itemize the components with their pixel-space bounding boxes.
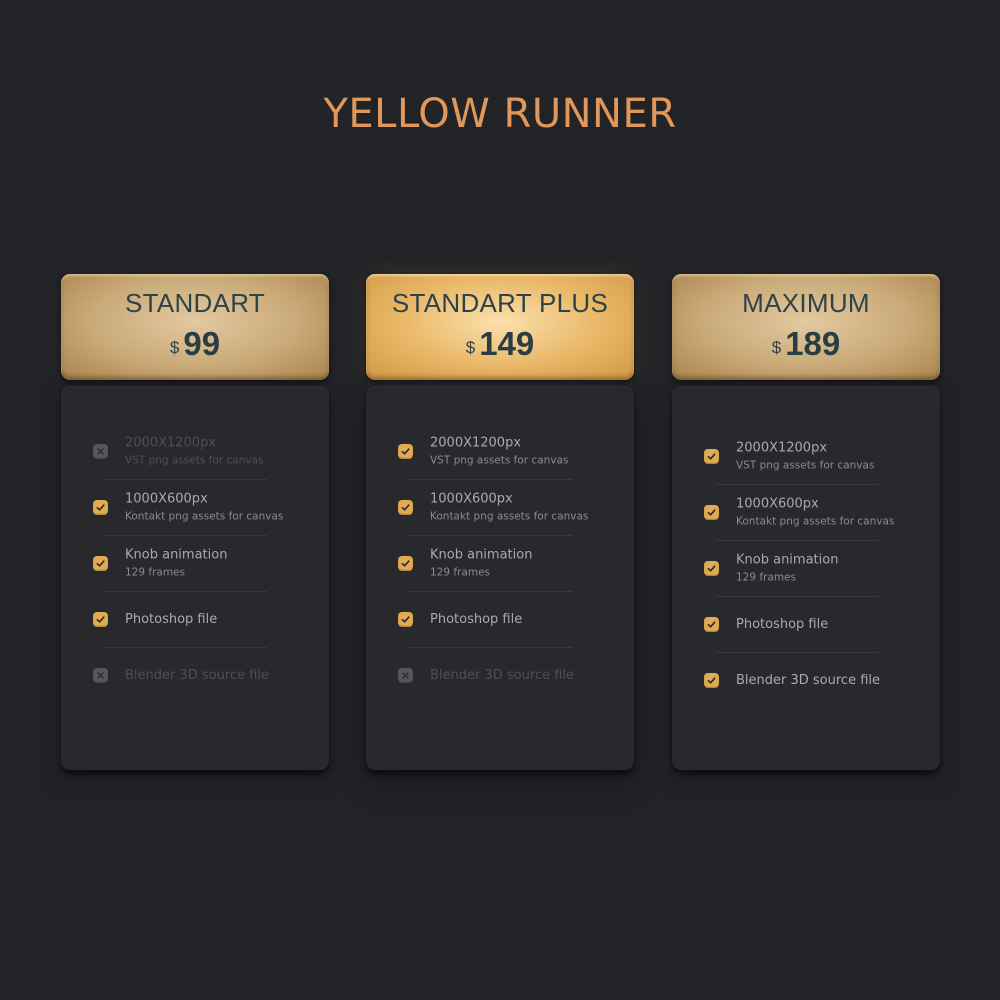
feature-subtitle: Kontakt png assets for canvas [125, 510, 284, 523]
plan-card-standart: STANDART $99 2000X1200px VST png assets f… [61, 274, 329, 770]
feature-subtitle: Kontakt png assets for canvas [430, 510, 589, 523]
feature-title: Knob animation [736, 552, 839, 568]
feature-item: Blender 3D source file [672, 653, 940, 709]
checkbox-checked-icon [93, 500, 108, 515]
plan-card-standart-plus: STANDART PLUS $149 2000X1200px VST png as… [366, 274, 634, 770]
feature-list: 2000X1200px VST png assets for canvas 1000… [61, 424, 329, 704]
price-amount: 99 [183, 325, 221, 362]
checkbox-checked-icon [398, 556, 413, 571]
plan-features-panel: 2000X1200px VST png assets for canvas 1000… [366, 386, 634, 770]
feature-text: Blender 3D source file [125, 668, 319, 684]
price-amount: 149 [479, 325, 535, 362]
feature-title: Photoshop file [736, 617, 829, 632]
feature-title: 1000X600px [125, 491, 208, 507]
plan-name: STANDART [124, 288, 266, 318]
checkbox-checked-icon [704, 617, 719, 632]
feature-text: 2000X1200px VST png assets for canvas [430, 436, 624, 469]
feature-item: 1000X600px Kontakt png assets for canvas [61, 480, 329, 536]
feature-subtitle: 129 frames [736, 571, 796, 584]
feature-text: 1000X600px Kontakt png assets for canvas [736, 497, 930, 530]
feature-item: Photoshop file [672, 597, 940, 653]
plan-header[interactable]: MAXIMUM $189 [672, 274, 940, 380]
feature-subtitle: 129 frames [125, 566, 185, 579]
checkbox-excluded-icon [93, 668, 108, 683]
plan-features-panel: 2000X1200px VST png assets for canvas 1000… [61, 386, 329, 770]
plan-price: $189 [672, 324, 940, 370]
feature-subtitle: VST png assets for canvas [736, 459, 875, 472]
plan-price: $149 [366, 324, 634, 370]
feature-list: 2000X1200px VST png assets for canvas 1000… [366, 424, 634, 704]
feature-text: Knob animation 129 frames [430, 548, 624, 581]
currency-symbol: $ [169, 338, 180, 357]
currency-symbol: $ [771, 338, 782, 357]
currency-symbol: $ [465, 338, 476, 357]
feature-item: 2000X1200px VST png assets for canvas [672, 429, 940, 485]
plan-price: $99 [61, 324, 329, 370]
checkbox-checked-icon [704, 561, 719, 576]
feature-title: Blender 3D source file [430, 668, 575, 683]
checkbox-checked-icon [398, 444, 413, 459]
checkbox-checked-icon [704, 673, 719, 688]
feature-title: 2000X1200px [125, 435, 217, 451]
feature-title: 2000X1200px [736, 440, 828, 456]
checkbox-checked-icon [398, 612, 413, 627]
checkbox-checked-icon [398, 500, 413, 515]
feature-item: 1000X600px Kontakt png assets for canvas [366, 480, 634, 536]
feature-text: 2000X1200px VST png assets for canvas [125, 436, 319, 469]
feature-item: 2000X1200px VST png assets for canvas [366, 424, 634, 480]
feature-text: Blender 3D source file [430, 668, 624, 684]
feature-title: 1000X600px [736, 496, 819, 512]
feature-text: Photoshop file [125, 612, 319, 628]
page-title: YELLOW RUNNER [323, 91, 677, 137]
feature-title: 2000X1200px [430, 435, 522, 451]
feature-item: Blender 3D source file [61, 648, 329, 704]
feature-item: Blender 3D source file [366, 648, 634, 704]
plan-features-panel: 2000X1200px VST png assets for canvas 1000… [672, 386, 940, 770]
feature-title: Photoshop file [430, 612, 523, 627]
plan-header[interactable]: STANDART $99 [61, 274, 329, 380]
feature-item: Knob animation 129 frames [61, 536, 329, 592]
feature-item: Photoshop file [366, 592, 634, 648]
feature-text: 2000X1200px VST png assets for canvas [736, 441, 930, 474]
checkbox-excluded-icon [398, 668, 413, 683]
feature-item: Knob animation 129 frames [672, 541, 940, 597]
feature-text: 1000X600px Kontakt png assets for canvas [430, 492, 624, 525]
checkbox-excluded-icon [93, 444, 108, 459]
feature-item: 2000X1200px VST png assets for canvas [61, 424, 329, 480]
feature-title: Photoshop file [125, 612, 218, 627]
feature-list: 2000X1200px VST png assets for canvas 1000… [672, 429, 940, 709]
feature-text: 1000X600px Kontakt png assets for canvas [125, 492, 319, 525]
checkbox-checked-icon [93, 556, 108, 571]
plan-name: STANDART PLUS [391, 288, 609, 318]
feature-subtitle: Kontakt png assets for canvas [736, 515, 895, 528]
plan-name: MAXIMUM [742, 288, 870, 318]
feature-title: Knob animation [430, 547, 533, 563]
feature-text: Knob animation 129 frames [125, 548, 319, 581]
checkbox-checked-icon [704, 505, 719, 520]
feature-item: Knob animation 129 frames [366, 536, 634, 592]
feature-title: Blender 3D source file [125, 668, 270, 683]
feature-title: Blender 3D source file [736, 673, 881, 688]
feature-title: Knob animation [125, 547, 228, 563]
checkbox-checked-icon [93, 612, 108, 627]
feature-subtitle: 129 frames [430, 566, 490, 579]
feature-text: Knob animation 129 frames [736, 553, 930, 586]
plan-header[interactable]: STANDART PLUS $149 [366, 274, 634, 380]
price-amount: 189 [785, 325, 841, 362]
plan-card-maximum: MAXIMUM $189 2000X1200px VST png assets f… [672, 274, 940, 770]
feature-text: Photoshop file [430, 612, 624, 628]
feature-item: Photoshop file [61, 592, 329, 648]
checkbox-checked-icon [704, 449, 719, 464]
feature-item: 1000X600px Kontakt png assets for canvas [672, 485, 940, 541]
feature-subtitle: VST png assets for canvas [125, 454, 264, 467]
feature-text: Photoshop file [736, 617, 930, 633]
feature-title: 1000X600px [430, 491, 513, 507]
feature-subtitle: VST png assets for canvas [430, 454, 569, 467]
feature-text: Blender 3D source file [736, 673, 930, 689]
